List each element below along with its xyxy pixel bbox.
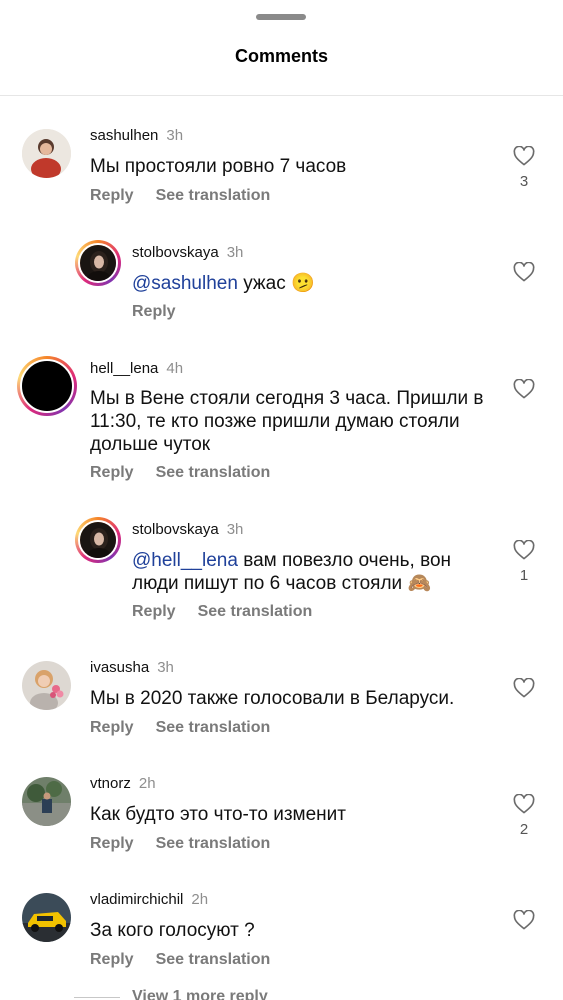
- heart-outline-icon: [513, 794, 535, 814]
- avatar[interactable]: [22, 661, 71, 710]
- avatar[interactable]: [22, 893, 71, 942]
- reply-button[interactable]: Reply: [90, 719, 134, 736]
- comment-text: За кого голосуют ?: [90, 920, 255, 941]
- comment-meta: sashulhen 3h: [90, 127, 183, 145]
- comment-meta: vtnorz 2h: [90, 775, 156, 793]
- comment-meta: vladimirchichil 2h: [90, 891, 208, 909]
- username[interactable]: vtnorz: [90, 775, 131, 792]
- heart-outline-icon: [513, 678, 535, 698]
- username[interactable]: hell__lena: [90, 360, 158, 377]
- view-replies-divider: [74, 997, 120, 998]
- comment-text: Мы простояли ровно 7 часов: [90, 156, 347, 177]
- avatar-image: [22, 777, 71, 826]
- comments-sheet: Comments sashulhen 3h Мы простояли ровно …: [0, 0, 563, 1000]
- heart-outline-icon: [513, 910, 535, 930]
- page-title: Comments: [234, 46, 328, 66]
- reply-button[interactable]: Reply: [90, 951, 134, 968]
- reply-button[interactable]: Reply: [132, 603, 176, 620]
- see-translation-button[interactable]: See translation: [156, 187, 271, 204]
- avatar-image: [80, 245, 116, 281]
- see-translation-button[interactable]: See translation: [156, 719, 271, 736]
- see-translation-button[interactable]: See translation: [156, 464, 271, 481]
- like-button[interactable]: [512, 678, 536, 698]
- avatar[interactable]: [22, 129, 71, 178]
- like-count: 3: [519, 173, 529, 190]
- avatar[interactable]: [22, 777, 71, 826]
- comment-actions: Reply See translation: [90, 187, 270, 205]
- avatar-image: [22, 661, 71, 710]
- mention-link[interactable]: @sashulhen: [132, 273, 238, 294]
- see-translation-button[interactable]: See translation: [156, 835, 271, 852]
- comment-actions: Reply See translation: [90, 835, 270, 853]
- comment-text: Мы в 2020 также голосовали в Беларуси.: [90, 688, 455, 709]
- avatar[interactable]: [17, 356, 77, 416]
- avatar[interactable]: [75, 240, 121, 286]
- username[interactable]: stolbovskaya: [132, 521, 219, 538]
- heart-outline-icon: [513, 146, 535, 166]
- see-translation-button[interactable]: See translation: [156, 951, 271, 968]
- like-button[interactable]: [512, 910, 536, 930]
- timestamp: 3h: [157, 659, 174, 676]
- reply-button[interactable]: Reply: [132, 303, 176, 320]
- timestamp: 3h: [166, 127, 184, 144]
- view-more-replies-button[interactable]: View 1 more reply: [132, 988, 268, 1000]
- heart-outline-icon: [513, 540, 535, 560]
- comment-text: @sashulhen ужас 🫤: [132, 272, 502, 295]
- like-button[interactable]: 2: [512, 794, 536, 838]
- comments-header: Comments: [0, 40, 563, 96]
- like-count: 1: [519, 567, 529, 584]
- heart-outline-icon: [513, 262, 535, 282]
- timestamp: 2h: [191, 891, 209, 908]
- timestamp: 3h: [226, 244, 244, 261]
- avatar-image: [22, 129, 71, 178]
- reply-button[interactable]: Reply: [90, 187, 134, 204]
- comment-meta: stolbovskaya 3h: [132, 244, 243, 262]
- see-translation-button[interactable]: See translation: [198, 603, 313, 620]
- like-button[interactable]: [512, 379, 536, 399]
- comment-actions: Reply See translation: [90, 464, 270, 482]
- timestamp: 3h: [226, 521, 244, 538]
- username[interactable]: vladimirchichil: [90, 891, 183, 908]
- heart-outline-icon: [513, 379, 535, 399]
- comment-actions: Reply: [132, 303, 176, 321]
- like-button[interactable]: 1: [512, 540, 536, 584]
- timestamp: 4h: [166, 360, 184, 377]
- comment-meta: hell__lena 4h: [90, 360, 183, 378]
- like-button[interactable]: 3: [512, 146, 536, 190]
- reply-button[interactable]: Reply: [90, 464, 134, 481]
- like-count: 2: [519, 821, 529, 838]
- avatar-image: [22, 893, 71, 942]
- comment-text: Как будто это что-то изменит: [90, 804, 346, 825]
- comment-text: Мы в Вене стояли сегодня 3 часа. Пришли …: [90, 388, 484, 455]
- timestamp: 2h: [138, 775, 156, 792]
- mention-link[interactable]: @hell__lena: [132, 550, 238, 571]
- avatar[interactable]: [75, 517, 121, 563]
- comment-meta: stolbovskaya 3h: [132, 521, 243, 539]
- like-button[interactable]: [512, 262, 536, 282]
- username[interactable]: stolbovskaya: [132, 244, 219, 261]
- comment-actions: Reply See translation: [132, 603, 312, 621]
- username[interactable]: sashulhen: [90, 127, 158, 144]
- reply-button[interactable]: Reply: [90, 835, 134, 852]
- comment-text: @hell__lena вам повезло очень, вон люди …: [132, 549, 462, 595]
- comment-meta: ivasusha 3h: [90, 659, 174, 677]
- comment-actions: Reply See translation: [90, 719, 270, 737]
- comment-body: ужас 🫤: [237, 273, 315, 294]
- avatar-image: [80, 522, 116, 558]
- username[interactable]: ivasusha: [90, 659, 149, 676]
- drag-handle[interactable]: [256, 14, 306, 20]
- comment-actions: Reply See translation: [90, 951, 270, 969]
